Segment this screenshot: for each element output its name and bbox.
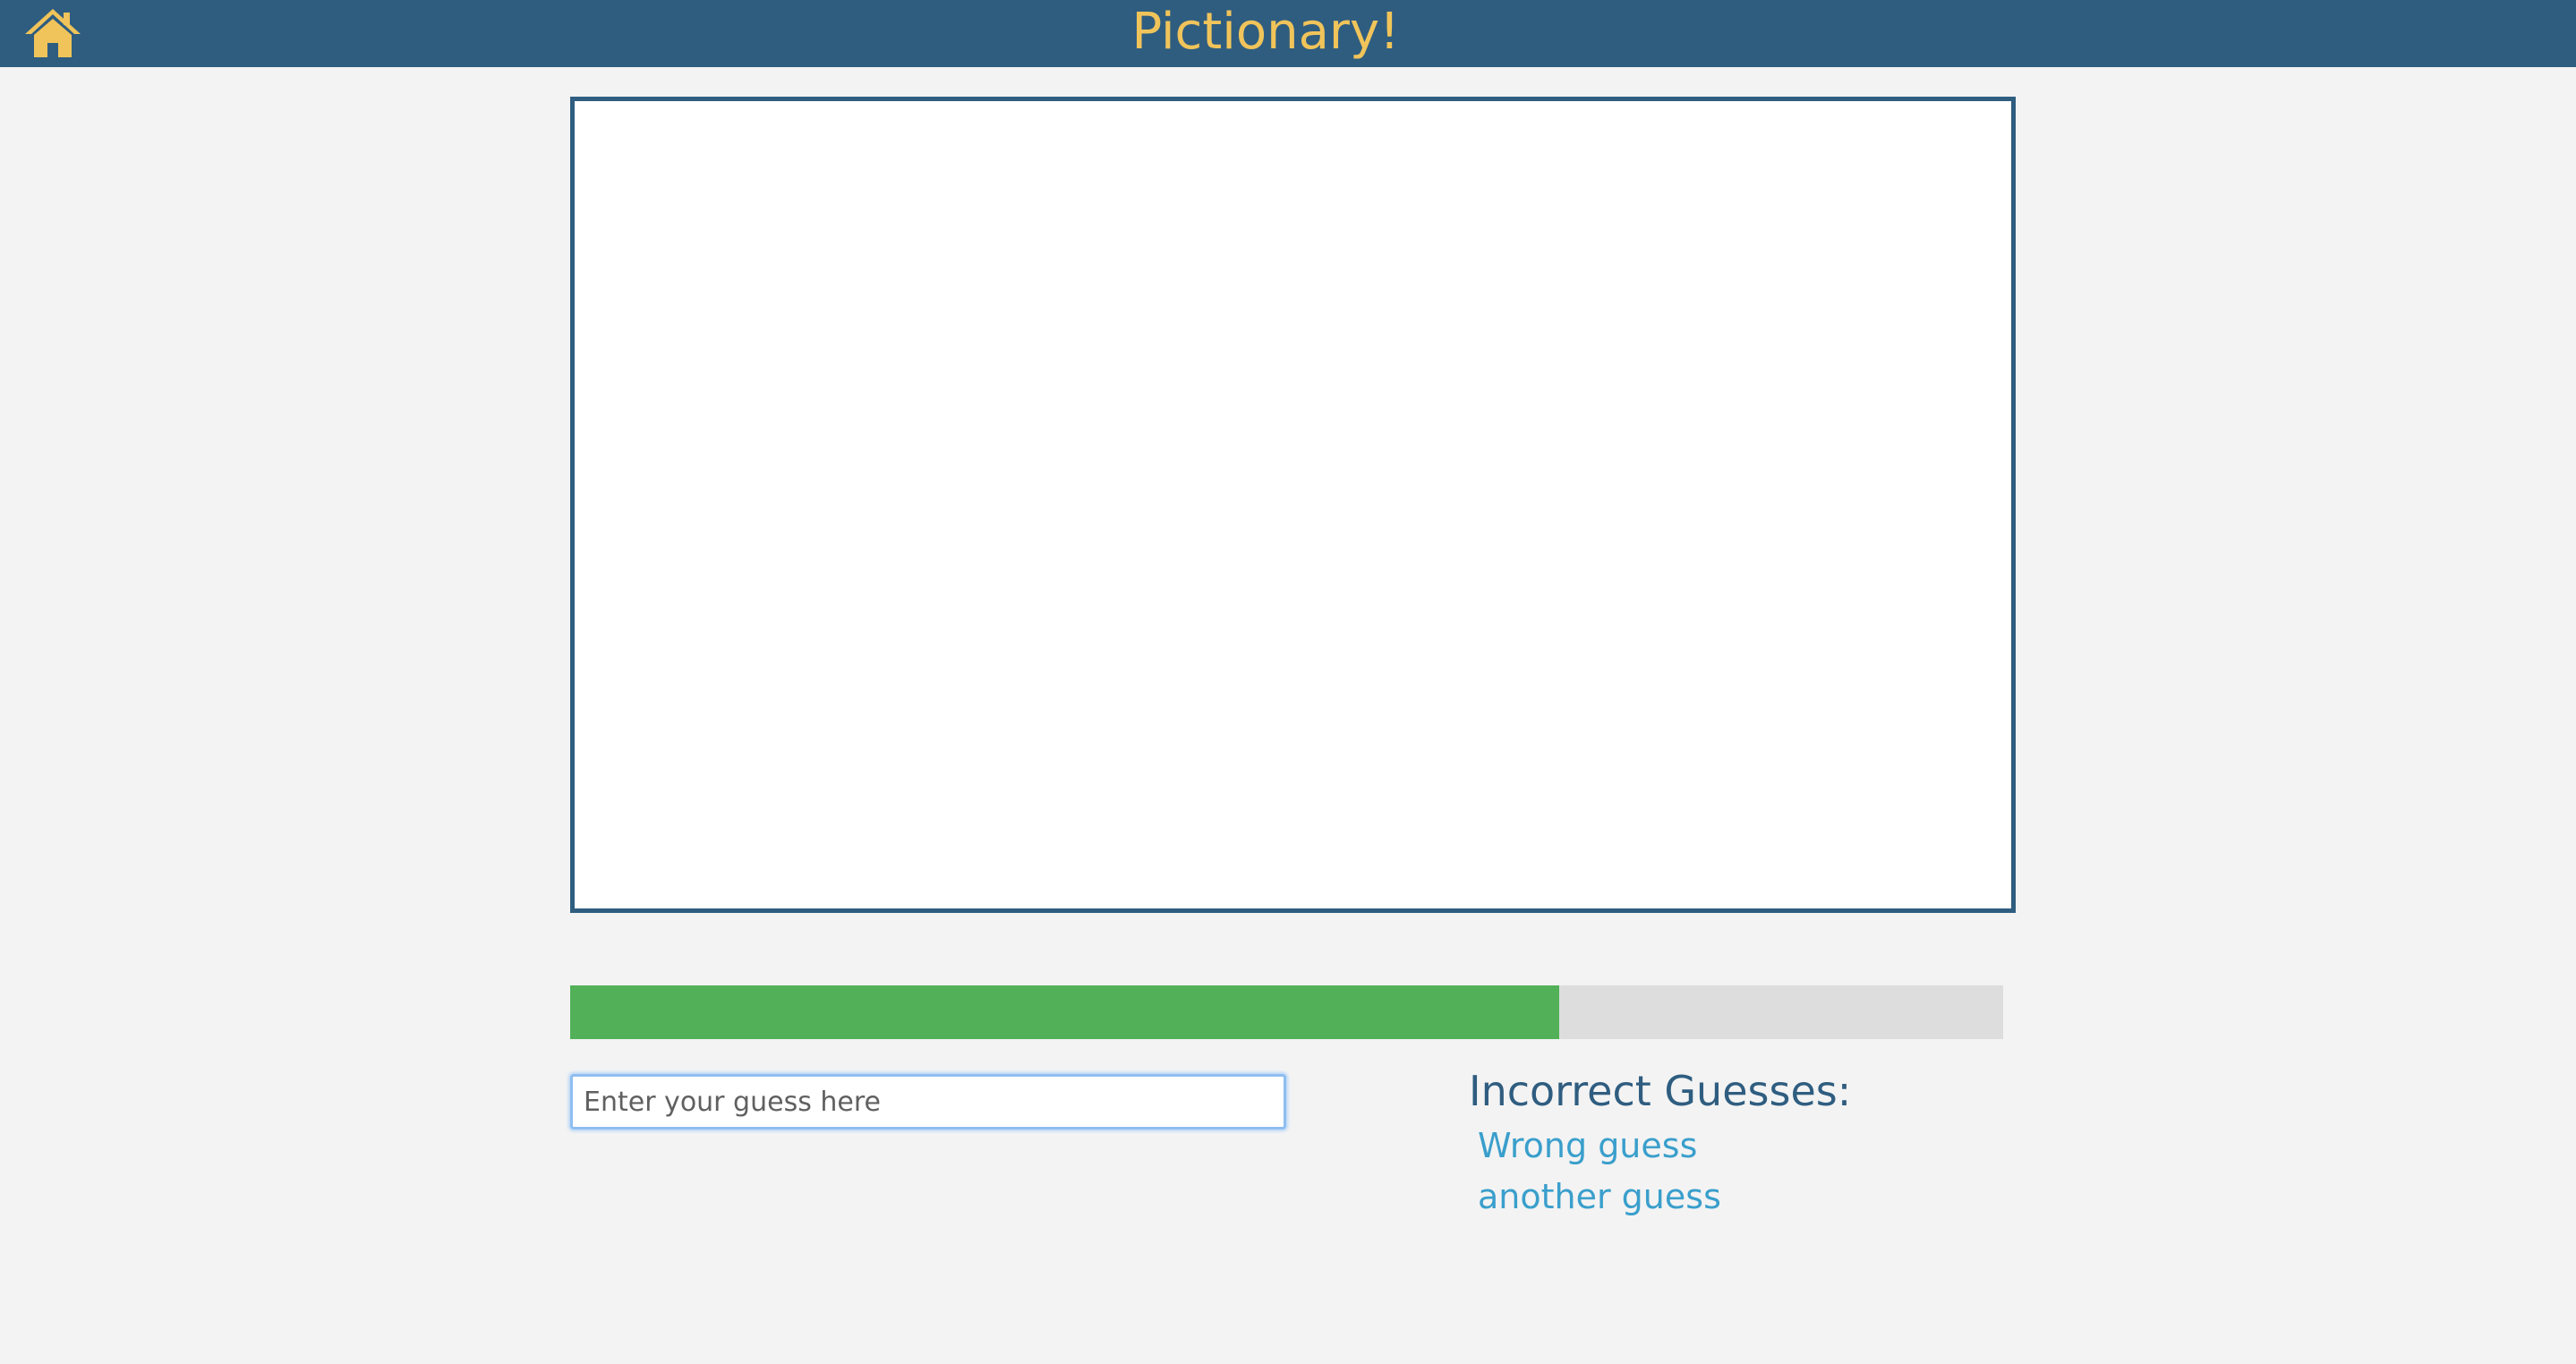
incorrect-guess-item: another guess [1478, 1177, 1721, 1216]
timer-progress-fill [570, 985, 1559, 1039]
guess-input[interactable] [570, 1074, 1286, 1130]
drawing-canvas[interactable] [570, 97, 2016, 913]
app-header: Pictionary! [0, 0, 2576, 67]
incorrect-guesses-list: Wrong guess another guess [1478, 1121, 1721, 1223]
incorrect-guesses-heading: Incorrect Guesses: [1469, 1067, 1852, 1115]
timer-progress-bar [570, 985, 2003, 1039]
incorrect-guess-item: Wrong guess [1478, 1126, 1698, 1165]
page-title: Pictionary! [1131, 3, 1400, 61]
